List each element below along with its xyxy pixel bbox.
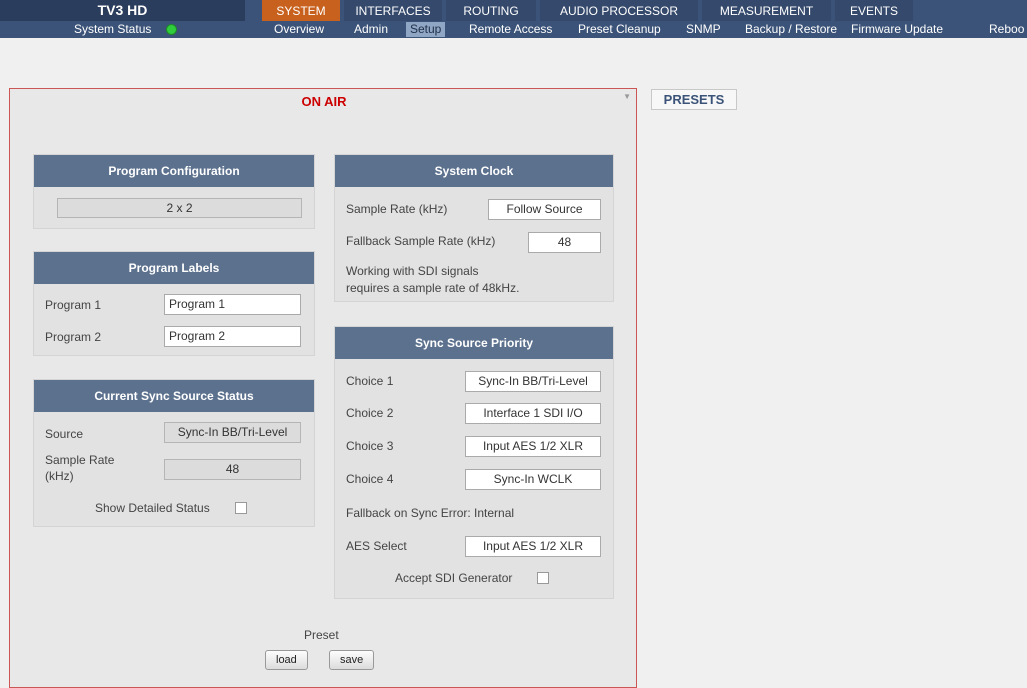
- subnav-remote-access[interactable]: Remote Access: [465, 22, 556, 37]
- subnav-snmp[interactable]: SNMP: [682, 22, 725, 37]
- show-detailed-status-checkbox[interactable]: [235, 502, 247, 514]
- program1-label: Program 1: [45, 298, 102, 312]
- preset-label: Preset: [304, 628, 339, 642]
- clock-sample-rate-select[interactable]: Follow Source: [488, 199, 601, 220]
- sample-rate-label: Sample Rate: [45, 453, 115, 467]
- tab-audio-processor[interactable]: AUDIO PROCESSOR: [540, 0, 698, 21]
- choice4-select[interactable]: Sync-In WCLK: [465, 469, 601, 490]
- accept-sdi-generator-checkbox[interactable]: [537, 572, 549, 584]
- top-navigation: TV3 HD SYSTEM INTERFACES ROUTING AUDIO P…: [0, 0, 1027, 38]
- program-labels-header: Program Labels: [34, 252, 314, 284]
- choice3-label: Choice 3: [346, 439, 394, 453]
- system-clock-header: System Clock: [335, 155, 613, 187]
- collapse-arrow-icon[interactable]: ▼: [623, 92, 631, 101]
- choice4-label: Choice 4: [346, 472, 394, 486]
- subnav-firmware-update[interactable]: Firmware Update: [847, 22, 947, 37]
- choice2-label: Choice 2: [346, 406, 394, 420]
- sync-priority-box: Sync Source Priority Choice 1 Sync-In BB…: [334, 326, 614, 599]
- on-air-panel: ON AIR ▼ Program Configuration 2 x 2 Pro…: [9, 88, 637, 688]
- status-ok-icon: [166, 24, 177, 35]
- preset-save-button[interactable]: save: [329, 650, 375, 670]
- sync-status-header: Current Sync Source Status: [34, 380, 314, 412]
- tab-routing[interactable]: ROUTING: [446, 0, 536, 21]
- subnav-overview[interactable]: Overview: [270, 22, 328, 37]
- subnav-admin[interactable]: Admin: [350, 22, 392, 37]
- fallback-sync-error-note: Fallback on Sync Error: Internal: [346, 506, 515, 520]
- fallback-sample-rate-select[interactable]: 48: [528, 232, 601, 253]
- system-clock-box: System Clock Sample Rate (kHz) Follow So…: [334, 154, 614, 302]
- on-air-title: ON AIR: [301, 94, 347, 109]
- tab-events[interactable]: EVENTS: [835, 0, 913, 21]
- sync-status-box: Current Sync Source Status Source Sync-I…: [33, 379, 315, 527]
- program-configuration-header: Program Configuration: [34, 155, 314, 187]
- program-configuration-box: Program Configuration 2 x 2: [33, 154, 315, 229]
- choice1-label: Choice 1: [346, 374, 394, 388]
- clock-sample-rate-label: Sample Rate (kHz): [346, 202, 448, 216]
- sub-navigation: System Status Overview Admin Setup Remot…: [0, 21, 1027, 38]
- fallback-sample-rate-label: Fallback Sample Rate (kHz): [346, 234, 496, 248]
- tab-measurement[interactable]: MEASUREMENT: [702, 0, 831, 21]
- subnav-backup-restore[interactable]: Backup / Restore: [741, 22, 841, 37]
- sdi-note-line2: requires a sample rate of 48kHz.: [346, 281, 520, 295]
- program2-input[interactable]: Program 2: [164, 326, 301, 347]
- accept-sdi-generator-label: Accept SDI Generator: [395, 571, 513, 585]
- sample-rate-unit-label: (kHz): [45, 469, 74, 483]
- subnav-preset-cleanup[interactable]: Preset Cleanup: [574, 22, 665, 37]
- device-name: TV3 HD: [0, 0, 245, 21]
- show-detailed-status-label: Show Detailed Status: [95, 501, 210, 515]
- choice2-select[interactable]: Interface 1 SDI I/O: [465, 403, 601, 424]
- aes-select-label: AES Select: [346, 539, 407, 553]
- source-label: Source: [45, 427, 84, 441]
- program1-input[interactable]: Program 1: [164, 294, 301, 315]
- subnav-setup[interactable]: Setup: [406, 22, 446, 37]
- preset-load-button[interactable]: load: [265, 650, 308, 670]
- tab-system[interactable]: SYSTEM: [262, 0, 340, 21]
- program2-label: Program 2: [45, 330, 102, 344]
- program-labels-box: Program Labels Program 1 Program 1 Progr…: [33, 251, 315, 356]
- sdi-note-line1: Working with SDI signals: [346, 264, 479, 278]
- presets-tab[interactable]: PRESETS: [651, 89, 737, 110]
- aes-select[interactable]: Input AES 1/2 XLR: [465, 536, 601, 557]
- system-status-label[interactable]: System Status: [74, 21, 151, 38]
- sync-priority-header: Sync Source Priority: [335, 327, 613, 359]
- sample-rate-value: 48: [164, 459, 301, 480]
- choice3-select[interactable]: Input AES 1/2 XLR: [465, 436, 601, 457]
- program-configuration-field[interactable]: 2 x 2: [57, 198, 302, 218]
- choice1-select[interactable]: Sync-In BB/Tri-Level: [465, 371, 601, 392]
- subnav-reboot[interactable]: Reboo: [985, 22, 1027, 37]
- tab-interfaces[interactable]: INTERFACES: [344, 0, 442, 21]
- source-value: Sync-In BB/Tri-Level: [164, 422, 301, 443]
